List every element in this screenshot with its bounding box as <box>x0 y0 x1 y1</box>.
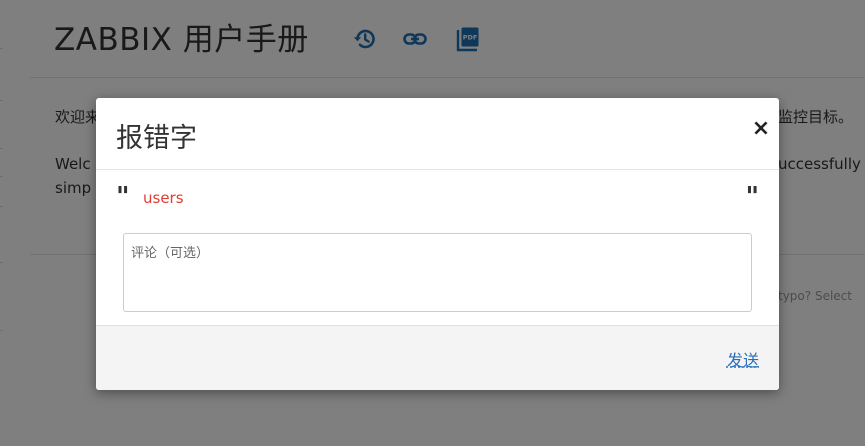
open-quote-icon: " <box>116 182 130 212</box>
modal-footer: 发送 <box>96 325 779 390</box>
modal-title: 报错字 <box>116 123 197 154</box>
close-quote-icon: " <box>745 182 759 212</box>
close-icon[interactable]: × <box>751 116 771 142</box>
modal-body: " users " <box>96 170 779 325</box>
selected-text: users <box>143 189 184 207</box>
comment-field[interactable] <box>123 233 752 312</box>
send-button[interactable]: 发送 <box>727 347 759 371</box>
modal-header: 报错字 × <box>96 98 779 170</box>
report-typo-dialog: 报错字 × " users " 发送 <box>96 98 779 390</box>
